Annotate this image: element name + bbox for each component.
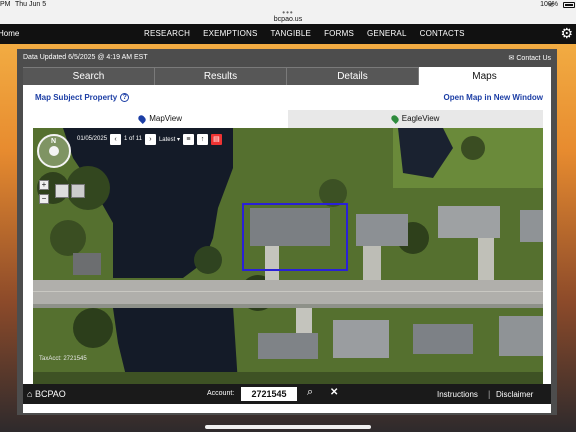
account-input[interactable] (241, 387, 297, 401)
tab-search[interactable]: Search (23, 67, 155, 85)
tab-mapview-label: MapView (149, 114, 182, 123)
home-icon: ⌂ (27, 389, 33, 399)
nav-contacts[interactable]: CONTACTS (420, 29, 465, 38)
browser-url-bar[interactable]: ••• bcpao.us (0, 9, 576, 24)
nav-general[interactable]: GENERAL (367, 29, 407, 38)
site-nav: Home RESEARCH EXEMPTIONS TANGIBLE FORMS … (0, 24, 576, 44)
status-date: Thu Jun 5 (15, 1, 47, 8)
tab-results[interactable]: Results (155, 67, 287, 85)
open-map-new-window-link[interactable]: Open Map in New Window (444, 93, 543, 102)
gear-icon[interactable]: ⚙ (560, 25, 573, 42)
bottom-bar: ⌂ BCPAO Account: ⌕ ✕ Instructions | Disc… (23, 384, 551, 404)
map-pin-icon (389, 113, 400, 124)
nav-home[interactable]: Home (0, 29, 19, 38)
disclaimer-link[interactable]: Disclaimer (496, 390, 533, 399)
close-icon[interactable]: ✕ (330, 387, 338, 398)
tab-maps[interactable]: Maps (419, 67, 551, 85)
tab-eagleview[interactable]: EagleView (288, 110, 543, 128)
imagery-page: 1 of 11 (124, 136, 142, 142)
search-icon[interactable]: ⌕ (307, 386, 313, 399)
imagery-date-control: 01/05/2025 ‹ 1 of 11 › Latest ▾ ≡ ↑ ▤ (77, 132, 222, 146)
view-tabs: MapView EagleView (33, 110, 543, 128)
tab-eagleview-label: EagleView (401, 114, 440, 123)
nav-tangible[interactable]: TANGIBLE (271, 29, 312, 38)
data-updated-text: Data Updated 6/5/2025 @ 4:19 AM EST (23, 54, 148, 61)
bcpao-brand[interactable]: ⌂ BCPAO (27, 389, 66, 399)
imagery-date: 01/05/2025 (77, 136, 108, 142)
link-separator: | (488, 389, 491, 399)
envelope-icon: ✉ (508, 55, 515, 62)
tab-details[interactable]: Details (287, 67, 419, 85)
help-icon[interactable]: ? (120, 93, 130, 103)
pdf-icon[interactable]: ▤ (210, 133, 222, 145)
aerial-map[interactable]: N + − 01/05/2025 ‹ 1 of 11 › Latest ▾ ≡ … (33, 128, 543, 384)
contact-us-label: Contact Us (516, 55, 551, 62)
tab-mapview[interactable]: MapView (33, 110, 288, 128)
map-subject-property-label: Map Subject Property (35, 93, 118, 102)
account-label: Account: (207, 390, 235, 397)
battery-icon (563, 2, 575, 8)
bcpao-label: BCPAO (34, 389, 66, 399)
prev-image-button[interactable]: ‹ (110, 133, 122, 145)
zoom-in-button[interactable]: + (39, 180, 49, 190)
compass-center[interactable] (49, 146, 59, 156)
nav-research[interactable]: RESEARCH (144, 29, 190, 38)
parcel-boundary (242, 203, 348, 271)
north-icon: N (51, 138, 57, 145)
nav-forms[interactable]: FORMS (324, 29, 354, 38)
panel-header: Data Updated 6/5/2025 @ 4:19 AM EST ✉ Co… (17, 49, 557, 67)
building-view-icon[interactable] (55, 184, 69, 198)
nav-exemptions[interactable]: EXEMPTIONS (203, 29, 257, 38)
contact-us-link[interactable]: ✉ Contact Us (509, 54, 551, 62)
main-tabs: Search Results Details Maps (23, 67, 551, 85)
battery-label: 100% (540, 1, 558, 8)
oblique-view-icon[interactable] (71, 184, 85, 198)
browser-url[interactable]: bcpao.us (0, 16, 576, 24)
nav-items: RESEARCH EXEMPTIONS TANGIBLE FORMS GENER… (144, 29, 465, 38)
tax-acct-label: TaxAcct: 2721545 (39, 356, 87, 362)
next-image-button[interactable]: › (144, 133, 156, 145)
latest-dropdown[interactable]: Latest ▾ (159, 136, 180, 143)
layers-icon[interactable]: ≡ (182, 133, 194, 145)
instructions-link[interactable]: Instructions (437, 390, 478, 399)
maps-content: Map Subject Property? Open Map in New Wi… (23, 85, 551, 413)
compass-control[interactable]: N (37, 134, 71, 168)
map-subject-property-link[interactable]: Map Subject Property? (35, 93, 130, 103)
zoom-out-button[interactable]: − (39, 194, 49, 204)
map-links-row: Map Subject Property? Open Map in New Wi… (23, 85, 551, 109)
home-indicator (205, 425, 371, 429)
status-time: PM (0, 1, 11, 8)
map-pin-icon (137, 113, 147, 124)
main-panel: Data Updated 6/5/2025 @ 4:19 AM EST ✉ Co… (17, 49, 557, 415)
upload-icon[interactable]: ↑ (196, 133, 208, 145)
